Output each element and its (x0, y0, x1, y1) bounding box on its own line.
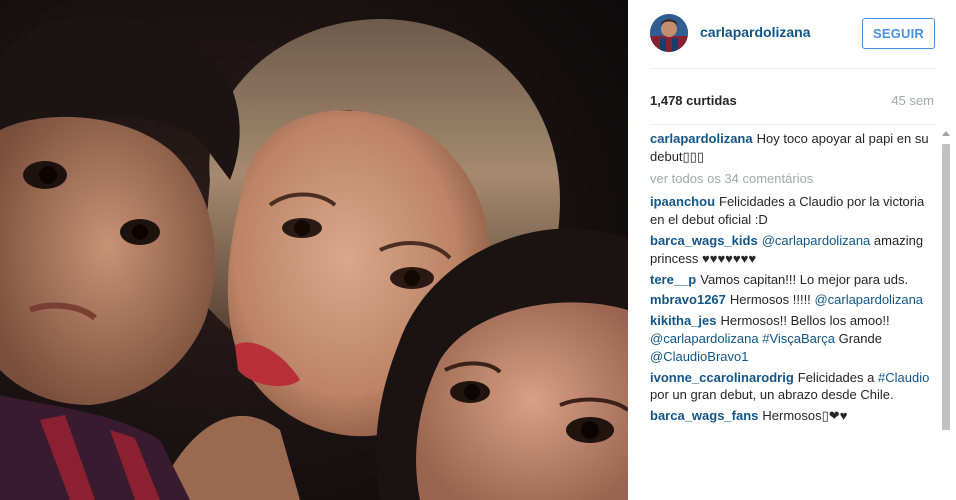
header-divider (650, 68, 936, 69)
comment-mention[interactable]: @carlapardolizana (762, 233, 871, 248)
comment-item: ipaanchou Felicidades a Claudio por la vi… (650, 193, 932, 229)
comment-text: Vamos capitan!!! Lo mejor para uds. (700, 271, 909, 287)
post-time[interactable]: 45 sem (891, 93, 934, 108)
comment-mention-2[interactable]: @ClaudioBravo1 (650, 349, 748, 364)
post-photo[interactable] (0, 0, 628, 500)
caption-username[interactable]: carlapardolizana (650, 131, 753, 146)
comments-list: carlapardolizana Hoy toco apoyar al papi … (650, 130, 932, 500)
comment-text: Felicidades a (797, 369, 875, 385)
view-all-comments-link[interactable]: ver todos os 34 comentários (650, 170, 932, 188)
comment-text-2: Grande (838, 330, 882, 346)
comment-hashtag[interactable]: #Claudio (878, 370, 929, 385)
comment-username[interactable]: ivonne_ccarolinarodrig (650, 370, 794, 385)
caption: carlapardolizana Hoy toco apoyar al papi … (650, 130, 932, 166)
user-avatar[interactable] (650, 14, 688, 52)
comment-text: Hermosos !!!!! (729, 292, 811, 308)
comment-item: barca_wags_kids @carlapardolizana amazing… (650, 232, 932, 268)
comment-username[interactable]: mbravo1267 (650, 292, 726, 307)
comment-mention[interactable]: @carlapardolizana (650, 331, 759, 346)
comment-username[interactable]: barca_wags_kids (650, 233, 758, 248)
stats-divider (650, 124, 936, 125)
arrow-up-icon[interactable] (942, 131, 950, 136)
comment-item: kikitha_jes Hermosos!! Bellos los amoo!! … (650, 312, 932, 365)
comment-username[interactable]: kikitha_jes (650, 313, 717, 328)
comment-text: Hermosos▯❤♥ (762, 408, 848, 424)
comment-username[interactable]: tere__p (650, 272, 696, 287)
likes-count[interactable]: 1,478 curtidas (650, 93, 737, 108)
comment-item: ivonne_ccarolinarodrig Felicidades a #Cla… (650, 369, 932, 405)
comments-scrollbar[interactable] (940, 124, 951, 500)
comment-item: barca_wags_fans Hermosos▯❤♥ (650, 407, 932, 425)
comment-username[interactable]: ipaanchou (650, 194, 715, 209)
post-details-panel: carlapardolizana SEGUIR 1,478 curtidas 4… (628, 0, 956, 500)
comment-username[interactable]: barca_wags_fans (650, 408, 758, 423)
post-header: carlapardolizana SEGUIR (628, 0, 956, 68)
scrollbar-thumb[interactable] (942, 144, 950, 430)
comment-text: Hermosos!! Bellos los amoo!! (720, 313, 890, 329)
avatar-image (650, 14, 688, 52)
post-photo-image (0, 0, 628, 500)
post-stats: 1,478 curtidas 45 sem (650, 93, 934, 111)
comment-text-2: por un gran debut, un abrazo desde Chile… (650, 387, 894, 403)
comment-hashtag[interactable]: #VisçaBarça (762, 331, 835, 346)
follow-button[interactable]: SEGUIR (862, 18, 935, 49)
comment-item: mbravo1267 Hermosos !!!!! @carlapardoliza… (650, 291, 932, 309)
post-username-link[interactable]: carlapardolizana (700, 24, 811, 40)
comment-item: tere__p Vamos capitan!!! Lo mejor para ud… (650, 271, 932, 289)
comment-mention[interactable]: @carlapardolizana (814, 292, 923, 307)
